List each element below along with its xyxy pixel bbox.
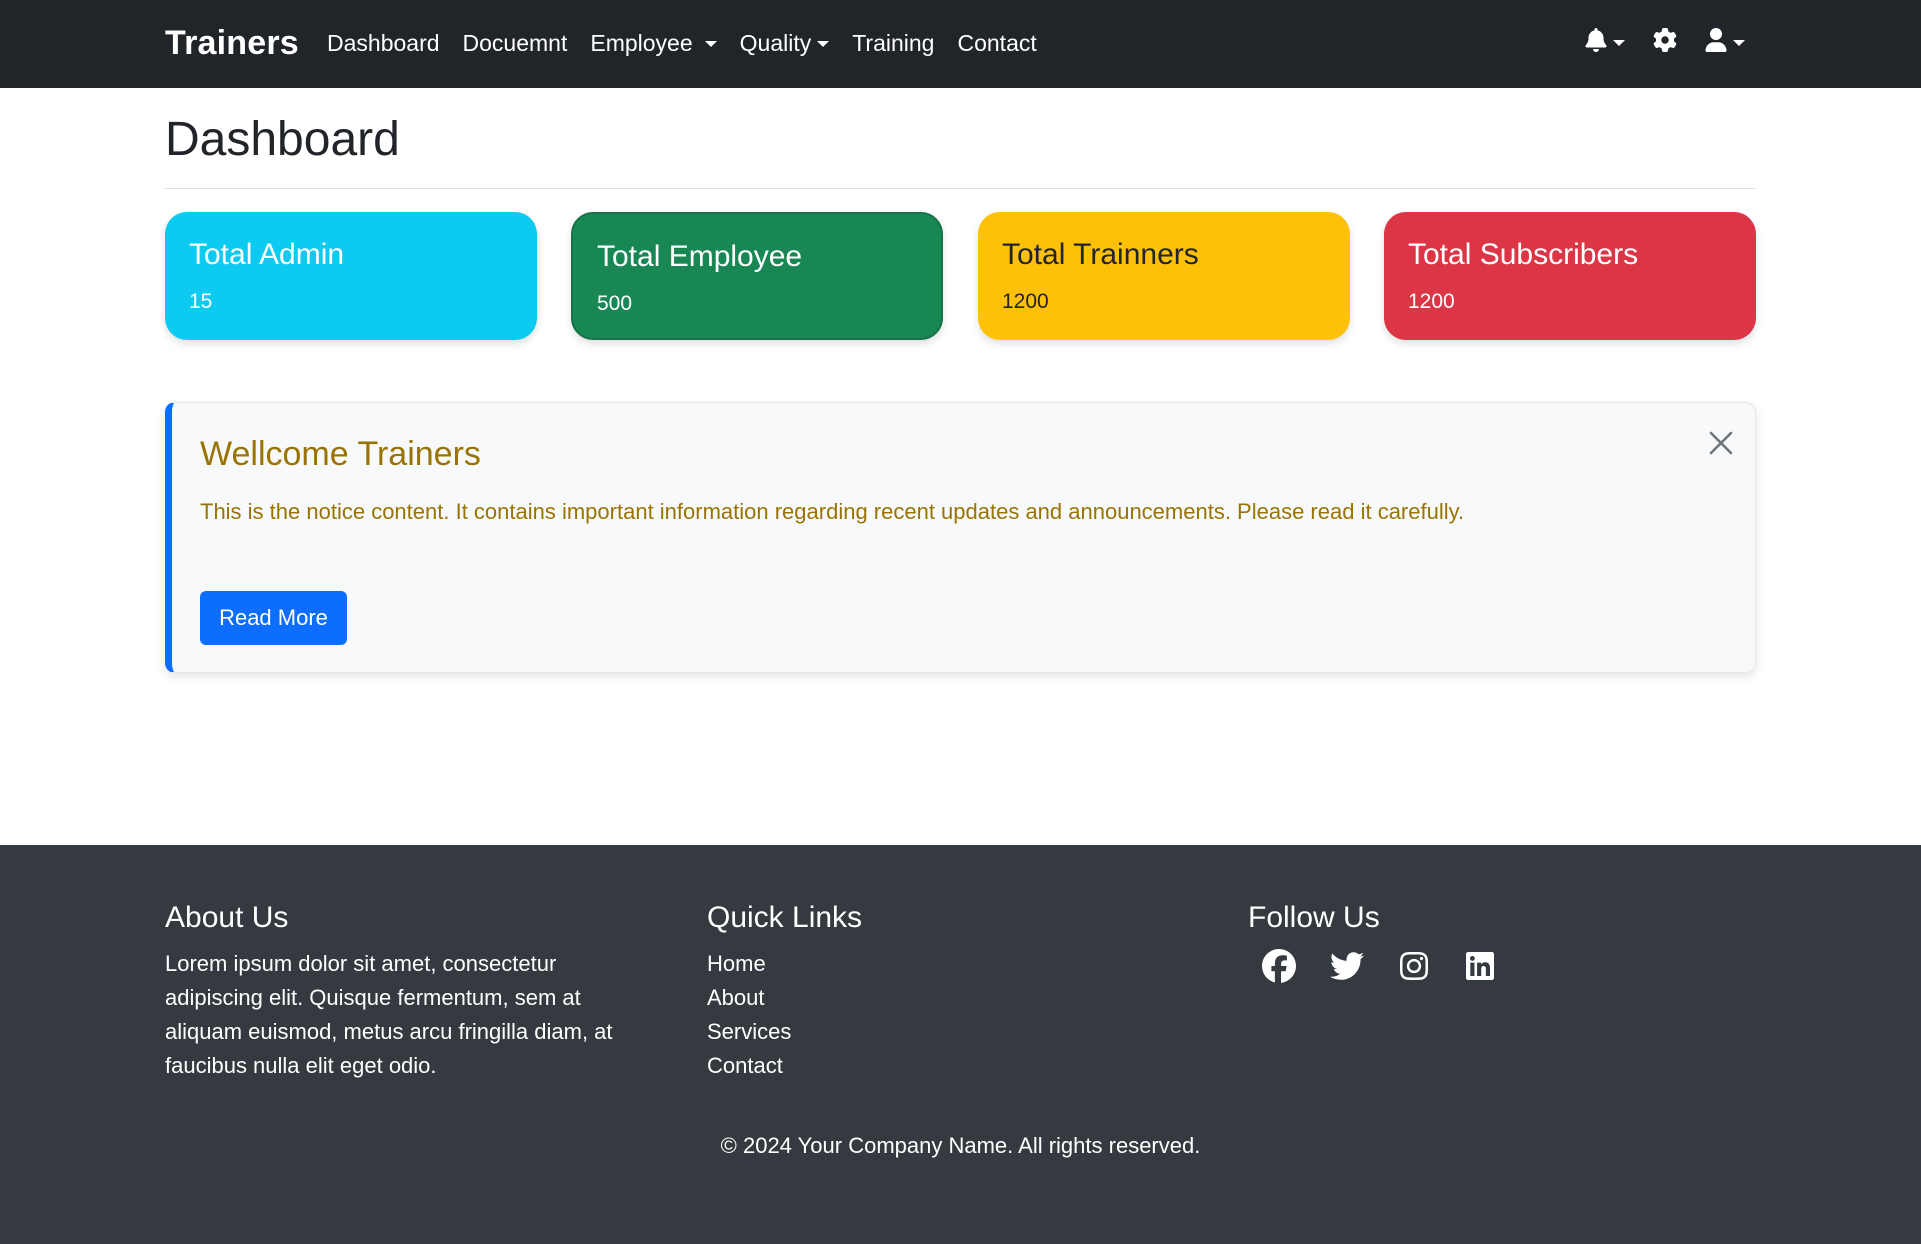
read-more-button[interactable]: Read More [200, 591, 347, 645]
caret-down-icon [817, 40, 830, 47]
about-text: Lorem ipsum dolor sit amet, consectetur … [165, 951, 613, 1078]
close-button[interactable] [1705, 427, 1737, 459]
nav-links: Dashboard Docuemnt Employee Quality Trai… [327, 30, 1060, 57]
close-icon [1705, 431, 1737, 463]
caret-down-icon [1613, 39, 1625, 46]
instagram-icon[interactable] [1398, 950, 1430, 982]
page-footer: About Us Lorem ipsum dolor sit amet, con… [0, 845, 1921, 1244]
stat-card-total-subscribers: Total Subscribers 1200 [1384, 212, 1756, 340]
facebook-icon[interactable] [1262, 949, 1296, 983]
settings-button[interactable] [1653, 28, 1677, 57]
footer-link-about[interactable]: About [707, 981, 862, 1015]
stat-label: Total Subscribers [1408, 238, 1639, 271]
stat-value: 1200 [1002, 290, 1049, 313]
stat-card-total-employee: Total Employee 500 [571, 212, 943, 340]
notice-text: This is the notice content. It contains … [200, 499, 1465, 524]
copyright-text: © 2024 Your Company Name. All rights res… [720, 1133, 1201, 1158]
footer-quick-links: Quick Links Home About Services Contact [707, 901, 862, 1083]
quick-links-list: Home About Services Contact [707, 947, 862, 1083]
nav-link-label: Docuemnt [462, 30, 568, 56]
page-title: Dashboard [165, 113, 400, 166]
stat-card-total-admin: Total Admin 15 [165, 212, 537, 340]
footer-heading-quick-links: Quick Links [707, 901, 863, 934]
brand-logo[interactable]: Trainers [165, 24, 299, 63]
nav-link-label: Quality [739, 30, 812, 56]
footer-follow: Follow Us [1248, 901, 1530, 983]
notifications-dropdown[interactable] [1585, 28, 1625, 57]
stat-label: Total Trainners [1002, 238, 1199, 271]
nav-dropdown-employee[interactable]: Employee [590, 30, 717, 57]
divider [165, 188, 1756, 189]
footer-link-contact[interactable]: Contact [707, 1049, 862, 1083]
nav-link-dashboard[interactable]: Dashboard [327, 30, 440, 57]
linkedin-icon[interactable] [1464, 950, 1496, 982]
caret-down-icon [1733, 39, 1745, 46]
nav-link-training[interactable]: Training [852, 30, 934, 57]
stat-card-total-trainners: Total Trainners 1200 [978, 212, 1350, 340]
nav-link-contact[interactable]: Contact [957, 30, 1036, 57]
bell-icon [1585, 28, 1607, 57]
footer-heading-about: About Us [165, 901, 289, 934]
stat-value: 15 [189, 290, 213, 313]
nav-link-document[interactable]: Docuemnt [463, 30, 568, 57]
twitter-icon[interactable] [1330, 949, 1364, 983]
stat-label: Total Admin [189, 238, 345, 271]
nav-link-label: Employee [590, 30, 693, 56]
welcome-notice: Wellcome Trainers This is the notice con… [165, 402, 1756, 673]
footer-link-home[interactable]: Home [707, 947, 862, 981]
stat-value: 500 [597, 292, 633, 315]
nav-link-label: Training [852, 30, 935, 56]
social-links [1248, 949, 1530, 983]
user-icon [1705, 28, 1727, 57]
notice-title: Wellcome Trainers [200, 435, 481, 473]
nav-right-actions [1557, 28, 1745, 57]
top-navbar: Trainers Dashboard Docuemnt Employee Qua… [0, 0, 1921, 88]
user-menu-dropdown[interactable] [1705, 28, 1745, 57]
footer-heading-follow: Follow Us [1248, 901, 1380, 934]
nav-link-label: Contact [957, 30, 1037, 56]
footer-link-services[interactable]: Services [707, 1015, 862, 1049]
stat-value: 1200 [1408, 290, 1455, 313]
nav-link-label: Dashboard [327, 30, 440, 56]
stat-label: Total Employee [597, 240, 803, 273]
nav-dropdown-quality[interactable]: Quality [740, 30, 830, 57]
caret-down-icon [704, 40, 717, 47]
footer-about: About Us Lorem ipsum dolor sit amet, con… [165, 901, 645, 1083]
gear-icon [1653, 28, 1677, 57]
